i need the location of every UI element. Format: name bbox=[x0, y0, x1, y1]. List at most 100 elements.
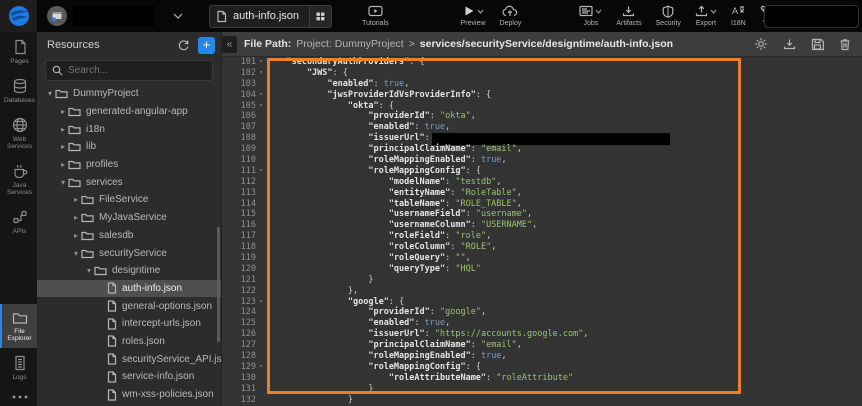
code-line-101[interactable]: 101▾"secondaryAuthProviders": { bbox=[222, 57, 862, 68]
editor-save-icon[interactable] bbox=[808, 35, 826, 53]
tree-file-auth-info.json[interactable]: auth-info.json bbox=[37, 280, 221, 298]
code-line-105[interactable]: 105▾"okta": { bbox=[222, 101, 862, 112]
code-line-119[interactable]: 119"roleQuery": "", bbox=[222, 253, 862, 264]
add-resource-button[interactable]: + bbox=[198, 37, 215, 54]
tree-folder-profiles[interactable]: ▸profiles bbox=[37, 156, 221, 174]
code-line-112[interactable]: 112"modelName": "testdb", bbox=[222, 177, 862, 188]
topbar-action-security[interactable]: Security bbox=[656, 0, 681, 27]
tree-toggle-arrow-icon[interactable]: ▸ bbox=[71, 195, 81, 204]
code-line-125[interactable]: 125"enabled": true, bbox=[222, 318, 862, 329]
code-line-123[interactable]: 123▾"google": { bbox=[222, 297, 862, 308]
tree-file-service-info.json[interactable]: service-info.json bbox=[37, 368, 221, 386]
open-file-tab[interactable]: auth-info.json bbox=[209, 5, 332, 28]
tree-folder-designtime[interactable]: ▾designtime bbox=[37, 262, 221, 280]
code-line-122[interactable]: 122}, bbox=[222, 286, 862, 297]
sidebar-item-logs[interactable]: Logs bbox=[0, 348, 37, 387]
tree-toggle-arrow-icon[interactable]: ▸ bbox=[71, 213, 81, 222]
refresh-icon[interactable] bbox=[174, 36, 192, 54]
topbar-action-artifacts[interactable]: Artifacts bbox=[616, 0, 641, 27]
code-line-111[interactable]: 111▾"roleMappingConfig": { bbox=[222, 166, 862, 177]
code-line-110[interactable]: 110"roleMappingEnabled": true, bbox=[222, 155, 862, 166]
code-line-107[interactable]: 107"enabled": true, bbox=[222, 122, 862, 133]
editor-delete-trash-icon[interactable] bbox=[836, 35, 854, 53]
tree-folder-services[interactable]: ▾services bbox=[37, 173, 221, 191]
code-line-106[interactable]: 106"providerId": "okta", bbox=[222, 111, 862, 122]
code-line-116[interactable]: 116"usernameColumn": "USERNAME", bbox=[222, 220, 862, 231]
fold-arrow-icon[interactable]: ▾ bbox=[256, 362, 266, 373]
code-line-132[interactable]: 132} bbox=[222, 395, 862, 406]
tree-toggle-arrow-icon[interactable]: ▸ bbox=[71, 231, 81, 240]
tree-folder-i18n[interactable]: ▸i18n bbox=[37, 120, 221, 138]
code-line-103[interactable]: 103"enabled": true, bbox=[222, 79, 862, 90]
tree-file-general-options.json[interactable]: general-options.json bbox=[37, 297, 221, 315]
topbar-action-export[interactable]: Export bbox=[695, 0, 717, 27]
code-line-109[interactable]: 109"principalClaimName": "email", bbox=[222, 144, 862, 155]
fold-arrow-icon[interactable]: ▾ bbox=[256, 68, 266, 79]
tree-toggle-arrow-icon[interactable]: ▸ bbox=[58, 107, 68, 116]
code-line-127[interactable]: 127"principalClaimName": "email", bbox=[222, 340, 862, 351]
tree-folder-salesdb[interactable]: ▸salesdb bbox=[37, 227, 221, 245]
tree-toggle-arrow-icon[interactable]: ▸ bbox=[58, 142, 68, 151]
tree-toggle-arrow-icon[interactable]: ▾ bbox=[84, 266, 94, 275]
panel-scrollbar[interactable] bbox=[217, 227, 220, 342]
topbar-action-tutorials[interactable]: Tutorials bbox=[362, 0, 389, 27]
code-line-115[interactable]: 115"usernameField": "username", bbox=[222, 209, 862, 220]
editor-settings-gear-icon[interactable] bbox=[752, 35, 770, 53]
sidebar-item-pages[interactable]: Pages bbox=[0, 32, 37, 71]
code-line-120[interactable]: 120"queryType": "HQL" bbox=[222, 264, 862, 275]
code-line-108[interactable]: 108"issuerUrl": bbox=[222, 133, 862, 144]
fold-arrow-icon[interactable]: ▾ bbox=[256, 166, 266, 177]
topbar-action-jobs[interactable]: Jobs bbox=[579, 0, 602, 27]
editor-download-icon[interactable] bbox=[780, 35, 798, 53]
code-line-117[interactable]: 117"roleField": "role", bbox=[222, 231, 862, 242]
code-line-118[interactable]: 118"roleColumn": "ROLE", bbox=[222, 242, 862, 253]
fold-arrow-icon[interactable]: ▾ bbox=[256, 297, 266, 308]
code-line-104[interactable]: 104▾"jwsProviderIdVsProviderInfo": { bbox=[222, 90, 862, 101]
tree-toggle-arrow-icon[interactable]: ▾ bbox=[71, 249, 81, 258]
tree-folder-myjavaservice[interactable]: ▸MyJavaService bbox=[37, 209, 221, 227]
tree-folder-generated-angular-app[interactable]: ▸generated-angular-app bbox=[37, 103, 221, 121]
fold-arrow-icon[interactable]: ▾ bbox=[256, 101, 266, 112]
code-line-129[interactable]: 129▾"roleMappingConfig": { bbox=[222, 362, 862, 373]
code-line-128[interactable]: 128"roleMappingEnabled": true, bbox=[222, 351, 862, 362]
code-line-126[interactable]: 126"issuerUrl": "https://accounts.google… bbox=[222, 329, 862, 340]
fold-arrow-icon[interactable]: ▾ bbox=[256, 90, 266, 101]
topbar-action-preview[interactable]: Preview bbox=[461, 0, 486, 27]
tree-folder-securityservice[interactable]: ▾securityService bbox=[37, 244, 221, 262]
code-line-114[interactable]: 114"tableName": "ROLE_TABLE", bbox=[222, 199, 862, 210]
resources-search[interactable] bbox=[45, 60, 213, 81]
tree-file-roles.json[interactable]: roles.json bbox=[37, 333, 221, 351]
code-line-113[interactable]: 113"entityName": "RoleTable", bbox=[222, 188, 862, 199]
tree-toggle-arrow-icon[interactable]: ▾ bbox=[45, 89, 55, 98]
code-line-121[interactable]: 121} bbox=[222, 275, 862, 286]
tab-grid-icon[interactable] bbox=[309, 6, 331, 27]
topbar-action-i18n[interactable]: AI18N bbox=[731, 0, 746, 27]
app-logo[interactable] bbox=[0, 0, 37, 32]
code-line-124[interactable]: 124"providerId": "google", bbox=[222, 307, 862, 318]
tree-file-intercept-urls.json[interactable]: intercept-urls.json bbox=[37, 315, 221, 333]
tree-folder-lib[interactable]: ▸lib bbox=[37, 138, 221, 156]
project-chevron-down-icon[interactable] bbox=[173, 13, 183, 19]
sidebar-item-more[interactable] bbox=[0, 387, 37, 406]
search-input[interactable] bbox=[68, 65, 206, 76]
code-line-131[interactable]: 131} bbox=[222, 384, 862, 395]
sidebar-item-java-services[interactable]: Java Services bbox=[0, 156, 37, 202]
tree-folder-dummyproject[interactable]: ▾DummyProject bbox=[37, 85, 221, 103]
fold-arrow-icon[interactable]: ▾ bbox=[256, 57, 266, 68]
tree-file-wm-xss-policies.json[interactable]: wm-xss-policies.json bbox=[37, 386, 221, 404]
project-chip[interactable] bbox=[47, 6, 155, 26]
topbar-action-deploy[interactable]: Deploy bbox=[500, 0, 522, 27]
sidebar-item-databases[interactable]: Databases bbox=[0, 71, 37, 110]
code-editor[interactable]: 101▾"secondaryAuthProviders": {102▾"JWS"… bbox=[222, 57, 862, 406]
code-line-102[interactable]: 102▾"JWS": { bbox=[222, 68, 862, 79]
tree-toggle-arrow-icon[interactable]: ▸ bbox=[58, 160, 68, 169]
sidebar-item-web-services[interactable]: Web Services bbox=[0, 110, 37, 156]
panel-collapse-button[interactable]: « bbox=[222, 36, 237, 53]
sidebar-item-file-explorer[interactable]: File Explorer bbox=[0, 304, 37, 348]
tree-folder-fileservice[interactable]: ▸FileService bbox=[37, 191, 221, 209]
sidebar-item-apis[interactable]: APIs bbox=[0, 202, 37, 241]
tree-file-securityservice-api.json[interactable]: securityService_API.json bbox=[37, 350, 221, 368]
code-line-130[interactable]: 130"roleAttributeName": "roleAttribute" bbox=[222, 373, 862, 384]
tree-toggle-arrow-icon[interactable]: ▾ bbox=[58, 178, 68, 187]
tree-toggle-arrow-icon[interactable]: ▸ bbox=[58, 125, 68, 134]
